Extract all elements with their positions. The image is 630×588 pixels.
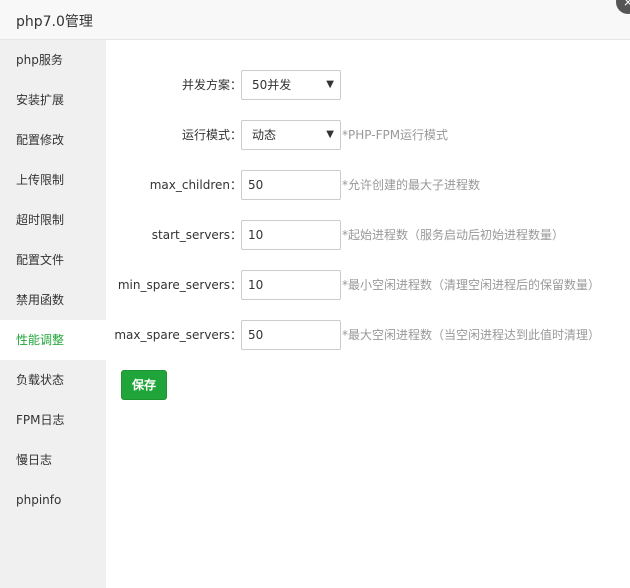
run-mode-value: 动态: [252, 128, 277, 142]
max-children-hint: *允许创建的最大子进程数: [342, 178, 481, 192]
sidebar-item-install-extension[interactable]: 安装扩展: [0, 80, 106, 120]
run-mode-row: 运行模式： 动态 ▼ *PHP-FPM运行模式: [106, 120, 630, 150]
min-spare-servers-input[interactable]: [241, 270, 341, 300]
sidebar-item-fpm-log[interactable]: FPM日志: [0, 400, 106, 440]
window-title: php7.0管理: [16, 14, 93, 30]
start-servers-input[interactable]: [241, 220, 341, 250]
save-button[interactable]: 保存: [121, 370, 167, 400]
sidebar-item-config-edit[interactable]: 配置修改: [0, 120, 106, 160]
max-children-input[interactable]: [241, 170, 341, 200]
performance-form: 并发方案： 50并发 ▼ 运行模式： 动态 ▼ *PHP-FPM运行模式 max…: [106, 40, 630, 588]
max-spare-servers-input[interactable]: [241, 320, 341, 350]
sidebar-item-performance[interactable]: 性能调整: [0, 320, 106, 360]
start-servers-row: start_servers： *起始进程数（服务启动后初始进程数量）: [106, 220, 630, 250]
concurrency-select[interactable]: 50并发 ▼: [241, 70, 341, 100]
concurrency-value: 50并发: [252, 78, 292, 92]
sidebar-item-load-status[interactable]: 负载状态: [0, 360, 106, 400]
sidebar-item-upload-limit[interactable]: 上传限制: [0, 160, 106, 200]
max-spare-servers-hint: *最大空闲进程数（当空闲进程达到此值时清理）: [342, 328, 601, 342]
run-mode-label: 运行模式：: [181, 128, 242, 142]
max-spare-servers-row: max_spare_servers： *最大空闲进程数（当空闲进程达到此值时清理…: [106, 320, 630, 350]
max-children-label: max_children：: [149, 178, 242, 192]
sidebar: php服务 安装扩展 配置修改 上传限制 超时限制 配置文件 禁用函数 性能调整…: [0, 40, 106, 588]
run-mode-select[interactable]: 动态 ▼: [241, 120, 341, 150]
concurrency-row: 并发方案： 50并发 ▼: [106, 70, 630, 100]
sidebar-item-phpinfo[interactable]: phpinfo: [0, 480, 106, 520]
run-mode-hint: *PHP-FPM运行模式: [342, 128, 449, 142]
sidebar-item-timeout-limit[interactable]: 超时限制: [0, 200, 106, 240]
max-spare-servers-label: max_spare_servers：: [114, 328, 242, 342]
start-servers-label: start_servers：: [151, 228, 242, 242]
caret-down-icon: ▼: [326, 129, 334, 140]
concurrency-label: 并发方案：: [181, 78, 242, 92]
sidebar-item-config-file[interactable]: 配置文件: [0, 240, 106, 280]
sidebar-item-slow-log[interactable]: 慢日志: [0, 440, 106, 480]
caret-down-icon: ▼: [326, 79, 334, 90]
title-bar: php7.0管理: [0, 0, 630, 40]
sidebar-item-disabled-functions[interactable]: 禁用函数: [0, 280, 106, 320]
start-servers-hint: *起始进程数（服务启动后初始进程数量）: [342, 228, 565, 242]
max-children-row: max_children： *允许创建的最大子进程数: [106, 170, 630, 200]
min-spare-servers-hint: *最小空闲进程数（清理空闲进程后的保留数量）: [342, 278, 601, 292]
min-spare-servers-row: min_spare_servers： *最小空闲进程数（清理空闲进程后的保留数量…: [106, 270, 630, 300]
min-spare-servers-label: min_spare_servers：: [117, 278, 242, 292]
sidebar-item-php-service[interactable]: php服务: [0, 40, 106, 80]
